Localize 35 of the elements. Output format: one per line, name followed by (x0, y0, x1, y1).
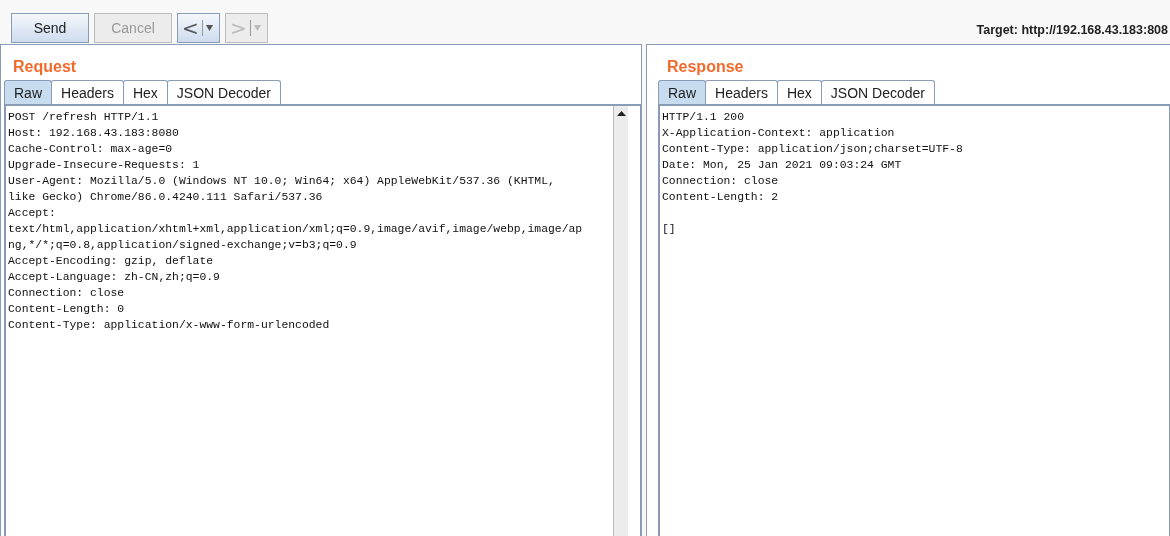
message-line: X-Application-Context: application (662, 126, 896, 141)
message-line: like Gecko) Chrome/86.0.4240.111 Safari/537.36 (8, 190, 324, 205)
message-line: Connection: close (662, 174, 780, 189)
panel-title: Request (13, 58, 78, 77)
panel-title: Response (667, 58, 745, 77)
message-line: Date: Mon, 25 Jan 2021 09:03:24 GMT (662, 158, 903, 173)
message-line: Content-Type: application/json;charset=UTF-8 (662, 142, 964, 157)
message-line: Content-Length: 0 (8, 302, 126, 317)
message-line: text/html,application/xhtml+xml,application/xml;q=0.9,image/avif,image/webp,image/ap (8, 222, 584, 237)
message-line: POST /refresh HTTP/1.1 (8, 110, 160, 125)
target-label: Target: http://192.168.43.183:808 (976, 23, 1168, 37)
message-line: User-Agent: Mozilla/5.0 (Windows NT 10.0; Win64; x64) AppleWebKit/537.36 (KHTML, (8, 174, 556, 189)
message-line: Content-Length: 2 (662, 190, 780, 205)
message-editor[interactable]: HTTP/1.1 200 X-Application-Context: application Content-Type: application/json;charset=UTF-8 Date: Mon, 25 Jan 2021 09:03:24 GMT Connection: close Content-Length: 2 [] (658, 104, 1170, 536)
view-tab[interactable]: Raw (658, 80, 706, 104)
message-body: [] (662, 222, 677, 237)
message-line: Cache-Control: max-age=0 (8, 142, 174, 157)
back-button[interactable]: < (177, 13, 220, 43)
message-line: Host: 192.168.43.183:8080 (8, 126, 180, 141)
vertical-scrollbar[interactable] (613, 106, 628, 536)
scroll-up-icon[interactable] (616, 111, 626, 116)
message-line: Upgrade-Insecure-Requests: 1 (8, 158, 201, 173)
message-line: HTTP/1.1 200 (662, 110, 746, 125)
message-line: Accept: (8, 206, 57, 221)
message-line: ng,*/*;q=0.8,application/signed-exchange;v=b3;q=0.9 (8, 238, 358, 253)
dropdown-caret-icon (253, 25, 261, 31)
message-line: Content-Type: application/x-www-form-urlencoded (8, 318, 331, 333)
dropdown-caret-icon (205, 25, 213, 31)
message-line: Connection: close (8, 286, 126, 301)
message-line: Accept-Language: zh-CN,zh;q=0.9 (8, 270, 221, 285)
message-line: Accept-Encoding: gzip, deflate (8, 254, 215, 269)
send-button[interactable]: Send (11, 13, 89, 43)
view-tab[interactable]: JSON Decoder (166, 80, 281, 104)
view-tab[interactable]: JSON Decoder (820, 80, 935, 104)
view-tab[interactable]: Raw (4, 80, 52, 104)
